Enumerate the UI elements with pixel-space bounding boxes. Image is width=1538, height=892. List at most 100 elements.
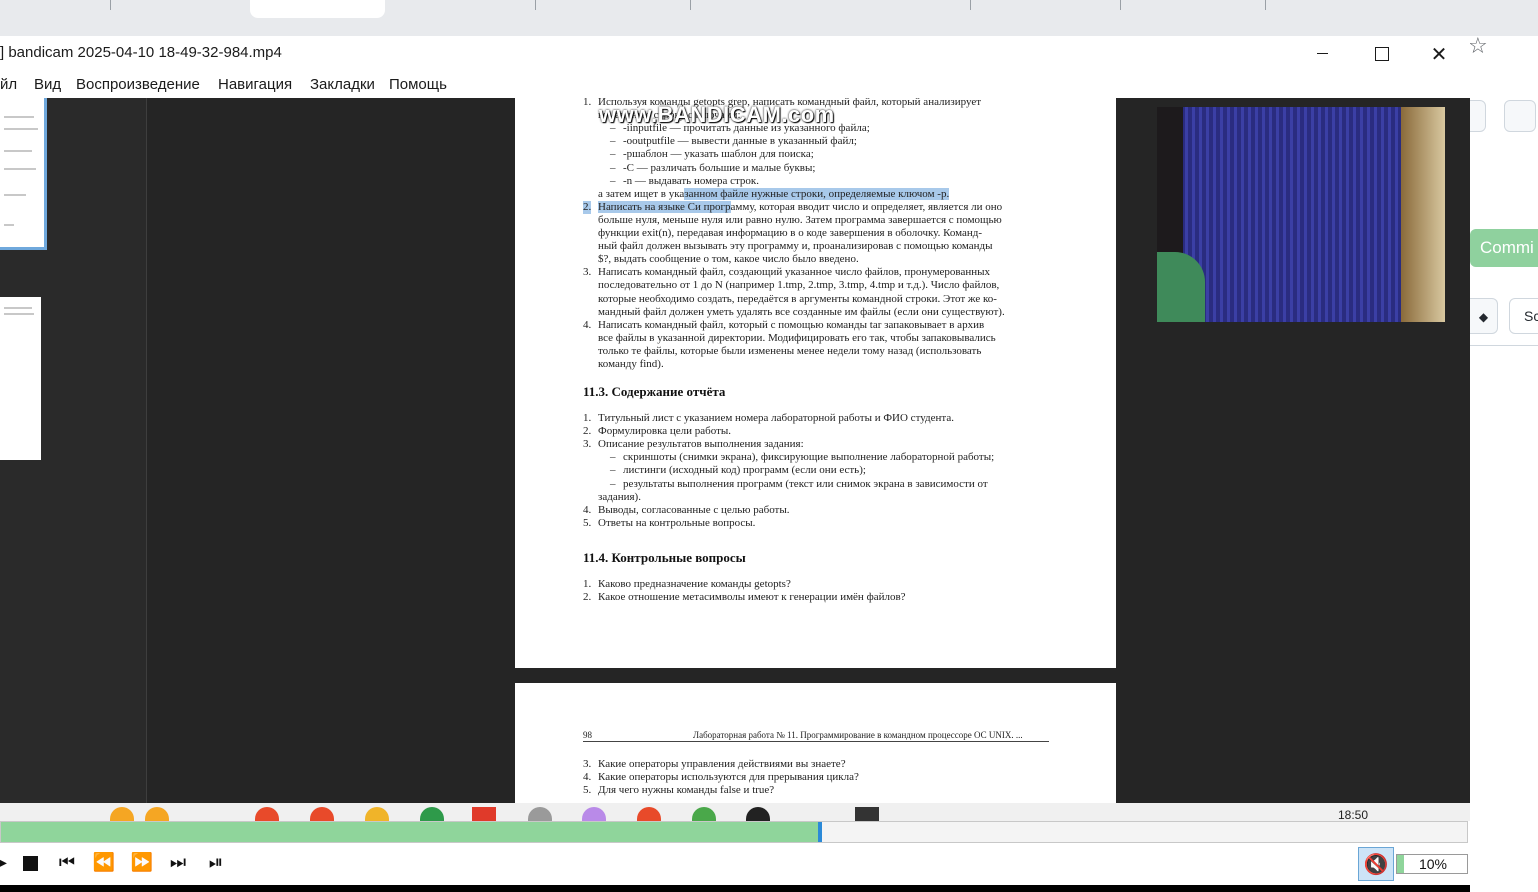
list-marker: – xyxy=(610,464,616,477)
list-marker: 5. xyxy=(583,516,592,529)
document-text: а затем ищет в ука xyxy=(598,187,685,200)
document-text: Для чего нужны команды false и true? xyxy=(598,784,775,797)
document-text: Ответы на контрольные вопросы. xyxy=(598,516,756,529)
seek-bar[interactable] xyxy=(0,821,1468,843)
frame-step-icon[interactable]: ⏯ xyxy=(202,851,230,875)
volume-slider[interactable]: 10% xyxy=(1396,854,1468,874)
list-marker: – xyxy=(610,148,616,161)
menu-bookmarks[interactable]: Закладки xyxy=(310,76,375,93)
page-thumbnail[interactable] xyxy=(0,297,41,460)
media-player-window: ] bandicam 2025-04-10 18-49-32-984.mp4 ✕… xyxy=(0,36,1470,892)
list-marker: 4. xyxy=(583,318,592,331)
star-icon[interactable]: ☆ xyxy=(1468,34,1496,62)
menu-file[interactable]: йл xyxy=(0,76,17,93)
document-text: -C — различать большие и малые буквы; xyxy=(623,161,816,174)
app-icon xyxy=(472,807,496,821)
seek-bar-played xyxy=(1,822,818,842)
document-text: Написать на языке Си программу, которая … xyxy=(598,200,1002,214)
browser-tab-active[interactable] xyxy=(250,0,385,18)
document-text: а затем ищет в указанном файле нужные ст… xyxy=(598,187,950,201)
play-icon[interactable]: ▶ xyxy=(0,851,14,875)
document-text: скриншоты (снимки экрана), фиксирующие в… xyxy=(623,451,995,464)
document-text: все файлы в указанной директории. Модифи… xyxy=(598,331,996,344)
menu-view[interactable]: Вид xyxy=(34,76,61,93)
menu-bar: йл Вид Воспроизведение Навигация Закладк… xyxy=(0,72,1470,98)
app-icon xyxy=(110,807,134,821)
minimize-icon[interactable] xyxy=(1300,36,1346,72)
app-icon xyxy=(310,807,334,821)
menu-help[interactable]: Помощь xyxy=(389,76,447,93)
volume-label: 10% xyxy=(1418,856,1448,872)
document-text: Каково предназначение команды getopts? xyxy=(598,578,791,590)
document-text: Написать командный файл, который с помощ… xyxy=(598,318,985,331)
document-text: Какие операторы используются для прерыва… xyxy=(598,771,859,784)
stop-icon[interactable] xyxy=(23,856,38,871)
list-marker: – xyxy=(610,451,616,464)
tab-separator xyxy=(1120,0,1121,10)
skip-forward-icon[interactable]: ⏭ xyxy=(164,851,192,875)
list-marker: 4. xyxy=(583,771,592,784)
document-text: Какое отношение метасимволы имеют к гене… xyxy=(598,591,906,604)
list-marker: 3. xyxy=(583,758,592,770)
menu-navigation[interactable]: Навигация xyxy=(218,76,292,93)
app-icon xyxy=(582,807,606,821)
thumbnail-pane xyxy=(0,98,147,803)
document-text: Написать командный файл, создающий указа… xyxy=(598,266,991,279)
list-marker: 2. xyxy=(583,591,592,604)
document-text: результаты выполнения программ (текст ил… xyxy=(623,477,988,490)
list-marker: – xyxy=(610,174,616,187)
seek-handle[interactable] xyxy=(818,822,822,842)
clock-time: 18:50 xyxy=(1338,808,1369,822)
document-text: -ooutputfile — вывести данные в указанны… xyxy=(623,135,857,148)
document-text: задания). xyxy=(598,490,641,503)
rewind-icon[interactable]: ⏪ xyxy=(90,851,118,875)
document-text: листинги (исходный код) программ (если о… xyxy=(623,464,866,477)
skip-back-icon[interactable]: ⏮ xyxy=(53,851,81,875)
app-icon xyxy=(145,807,169,821)
app-icon xyxy=(855,807,879,821)
maximize-icon[interactable] xyxy=(1358,36,1404,72)
list-marker: – xyxy=(610,135,616,148)
menu-playback[interactable]: Воспроизведение xyxy=(76,76,200,93)
list-marker: 5. xyxy=(583,784,592,797)
list-marker: 4. xyxy=(583,503,592,516)
list-marker: 2. xyxy=(583,425,592,438)
section-heading: 11.4. Контрольные вопросы xyxy=(583,550,746,565)
app-icon xyxy=(637,807,661,821)
window-title: ] bandicam 2025-04-10 18-49-32-984.mp4 xyxy=(0,44,282,61)
list-marker: 1. xyxy=(583,98,592,108)
tab-separator xyxy=(1265,0,1266,10)
tab-separator xyxy=(110,0,111,10)
document-text: Формулировка цели работы. xyxy=(598,425,732,438)
document-text: Какие операторы управления действиями вы… xyxy=(598,758,846,770)
branch-icon[interactable] xyxy=(1504,100,1536,132)
page-thumbnail[interactable] xyxy=(0,98,47,250)
app-icon xyxy=(528,807,552,821)
browser-page-edge xyxy=(1470,36,1538,892)
list-marker: – xyxy=(610,477,616,490)
app-icon xyxy=(420,807,444,821)
mute-icon[interactable]: 🔇 xyxy=(1358,847,1394,881)
document-text: -pшаблон — указать шаблон для поиска; xyxy=(623,148,814,161)
select-dropdown[interactable]: Sc xyxy=(1509,298,1538,334)
selected-text: занном файле нужные строки, определяемые… xyxy=(684,187,950,200)
list-marker: 3. xyxy=(583,438,592,451)
document-text: Титульный лист с указанием номера лабора… xyxy=(598,412,954,424)
document-page: 98 Лабораторная работа № 11. Программиро… xyxy=(515,683,1116,803)
tab-separator xyxy=(690,0,691,10)
bandicam-watermark: www.BANDICAM.com xyxy=(599,102,835,127)
video-frame[interactable]: 1. Используя команды getopts grep, написа… xyxy=(0,98,1470,803)
playback-controls: ▶ ⏮ ⏪ ⏩ ⏭ ⏯ 🔇 10% xyxy=(0,843,1470,885)
tab-separator xyxy=(535,0,536,10)
commit-button[interactable]: Commi xyxy=(1470,229,1538,267)
list-marker: 3. xyxy=(583,266,592,279)
close-icon[interactable]: ✕ xyxy=(1416,36,1462,72)
document-text: которые необходимо создать, передаётся в… xyxy=(598,292,997,305)
selected-text: Написать на языке Си прогр xyxy=(598,200,731,213)
list-marker: 1. xyxy=(583,578,592,590)
document-text: последовательно от 1 до N (например 1.tm… xyxy=(598,279,1000,292)
sort-select-arrow-icon[interactable]: ◆ xyxy=(1470,298,1498,334)
document-page: 1. Используя команды getopts grep, написа… xyxy=(515,98,1116,668)
fast-forward-icon[interactable]: ⏩ xyxy=(128,851,156,875)
tab-separator xyxy=(970,0,971,10)
